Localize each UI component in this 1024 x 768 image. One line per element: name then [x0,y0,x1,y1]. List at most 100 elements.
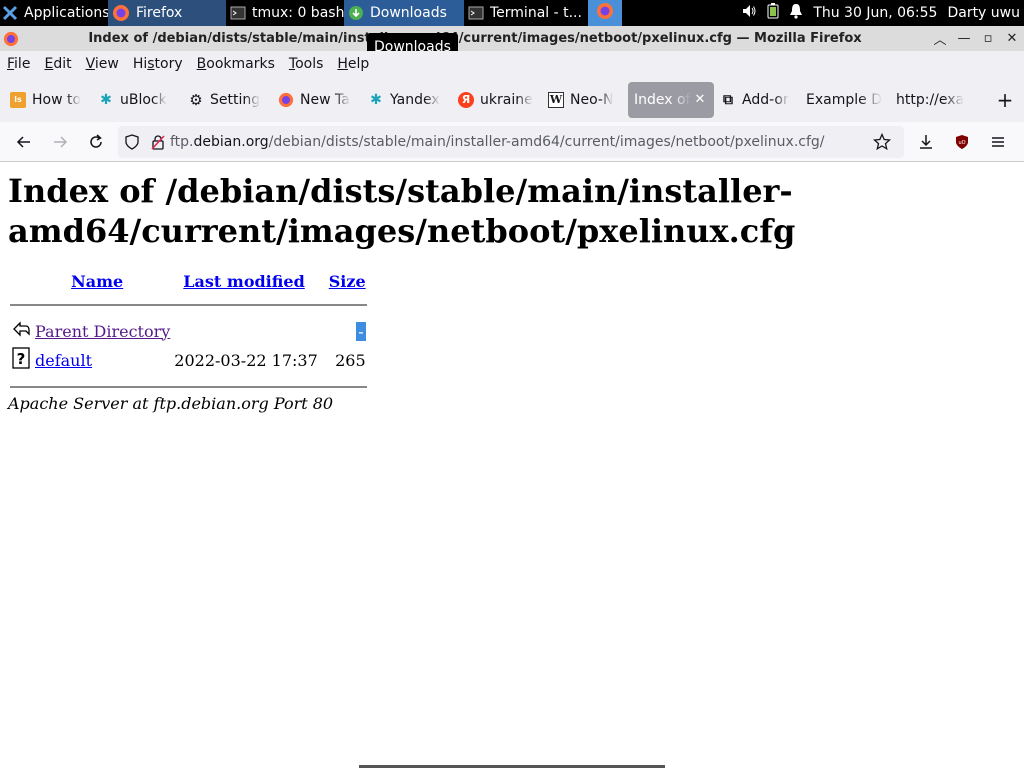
file-modified: 2022-03-22 17:37 [174,350,318,370]
tab-close-icon[interactable]: ✕ [695,92,706,107]
firefox-icon [278,92,294,108]
menu-bar: File Edit View History Bookmarks Tools H… [0,51,1024,77]
parent-directory-link[interactable]: Parent Directory [35,322,170,341]
url-text[interactable]: ftp.debian.org/debian/dists/stable/main/… [170,134,825,150]
divider [10,304,367,306]
forward-button[interactable] [42,126,78,158]
forward-arrow-icon [54,135,68,148]
svg-text:?: ? [17,350,26,368]
tab-ublock[interactable]: ✱ uBlock [92,82,182,118]
app-menu-button[interactable] [980,126,1016,158]
taskbar-tmux-label: tmux: 0 bash [252,5,344,21]
tab-index-of[interactable]: Index of ✕ [628,81,714,118]
menu-bookmarks[interactable]: Bookmarks [190,56,282,72]
window-maximize-button[interactable]: ▫ [976,31,1000,46]
window-shade-button[interactable]: ︿ [928,29,952,48]
table-row: ? default 2022-03-22 17:37 265 [10,346,367,374]
unknown-file-icon: ? [10,346,32,374]
tab-strip: ls How to ✱ uBlock ⚙ Setting New Ta ✱ Ya… [0,77,1024,122]
menu-history[interactable]: History [126,56,190,72]
ublock-origin-button[interactable]: uO [944,126,980,158]
ublock-icon: ✱ [100,91,112,108]
taskbar-tmux[interactable]: tmux: 0 bash [226,0,344,26]
tab-http-example[interactable]: http://exa [890,82,976,118]
taskbar-terminal[interactable]: Terminal - t... [464,0,584,26]
star-icon [873,132,891,150]
bookmark-star-button[interactable] [864,126,900,158]
new-tab-button[interactable]: + [992,88,1018,112]
tab-add-ons[interactable]: ⧉ Add-or [714,82,800,118]
puzzle-icon: ⧉ [723,91,733,108]
sort-by-modified-link[interactable]: Last modified [183,272,304,291]
window-title: Index of /debian/dists/stable/main/insta… [88,31,862,46]
taskbar-downloads-label: Downloads [370,5,447,21]
svg-text:uO: uO [958,140,965,146]
page-title: Index of /debian/dists/stable/main/insta… [8,172,796,250]
download-icon [920,134,932,149]
tab-settings[interactable]: ⚙ Setting [182,82,272,118]
tracking-protection-icon[interactable] [118,133,146,150]
back-button[interactable] [6,126,42,158]
file-size: 265 [335,350,366,370]
xfce-logo-icon [2,5,18,21]
firefox-icon [596,2,614,24]
taskbar-firefox-label: Firefox [136,5,183,21]
reload-icon [90,133,102,148]
battery-icon[interactable] [767,3,779,23]
terminal-icon [468,5,484,21]
page-content: Index of /debian/dists/stable/main/insta… [0,163,1024,768]
sort-by-name-link[interactable]: Name [71,272,123,291]
back-folder-icon [10,318,32,344]
window-titlebar[interactable]: Index of /debian/dists/stable/main/insta… [0,26,1024,51]
volume-icon[interactable] [741,3,757,23]
tab-how-to[interactable]: ls How to [4,82,92,118]
menu-tools[interactable]: Tools [282,56,331,72]
xfce-panel: Applications 2 Firefox tmux: 0 bash Down… [0,0,1024,26]
taskbar-firefox[interactable]: 2 Firefox [108,0,226,26]
table-row: Parent Directory - [10,318,367,344]
sort-by-size-link[interactable]: Size [329,272,366,291]
taskbar-firefox-selected[interactable] [588,0,622,26]
downloads-button[interactable] [908,126,944,158]
menu-help[interactable]: Help [330,56,376,72]
download-icon [348,5,364,21]
system-tray: Thu 30 Jun, 06:55 Darty uwu [741,3,1024,23]
gear-icon: ⚙ [189,90,203,109]
divider [10,386,367,388]
yandex-icon: Я [458,91,474,108]
firefox-icon [112,4,130,22]
reload-button[interactable] [78,126,114,158]
menu-edit[interactable]: Edit [37,56,78,72]
clock[interactable]: Thu 30 Jun, 06:55 [813,5,937,21]
window-minimize-button[interactable]: — [952,31,976,46]
taskbar-downloads[interactable]: Downloads [344,0,464,26]
tab-new-tab[interactable]: New Ta [272,82,362,118]
server-signature: Apache Server at ftp.debian.org Port 80 [8,394,334,413]
tab-neo-n[interactable]: W Neo-N [542,82,628,118]
hamburger-menu-icon [992,136,1004,147]
menu-view[interactable]: View [79,56,126,72]
directory-listing: Name Last modified Size Parent Directory… [8,269,369,394]
url-bar[interactable]: ftp.debian.org/debian/dists/stable/main/… [118,125,904,158]
firefox-icon [0,31,22,47]
tab-yandex[interactable]: ✱ Yandex [362,82,452,118]
applications-label: Applications [24,5,108,21]
navigation-toolbar: ftp.debian.org/debian/dists/stable/main/… [0,122,1024,162]
tab-ukraine[interactable]: Я ukraine [452,82,542,118]
window-close-button[interactable]: ✕ [1000,31,1024,46]
applications-menu[interactable]: Applications [0,0,108,26]
parent-size: - [356,321,366,341]
tab-example[interactable]: Example D [800,82,890,118]
insecure-lock-icon[interactable] [146,134,170,150]
notification-bell-icon[interactable] [789,3,803,23]
terminal-icon [230,5,246,21]
menu-file[interactable]: File [0,56,37,72]
username[interactable]: Darty uwu [947,5,1020,21]
learning-icon: ls [10,91,26,108]
listing-header-row: Name Last modified Size [10,271,367,292]
wikipedia-icon: W [548,91,564,108]
ublock-origin-icon: uO [956,134,968,149]
file-link-default[interactable]: default [35,351,92,370]
back-arrow-icon [16,135,30,148]
yandex-bug-icon: ✱ [370,91,382,108]
